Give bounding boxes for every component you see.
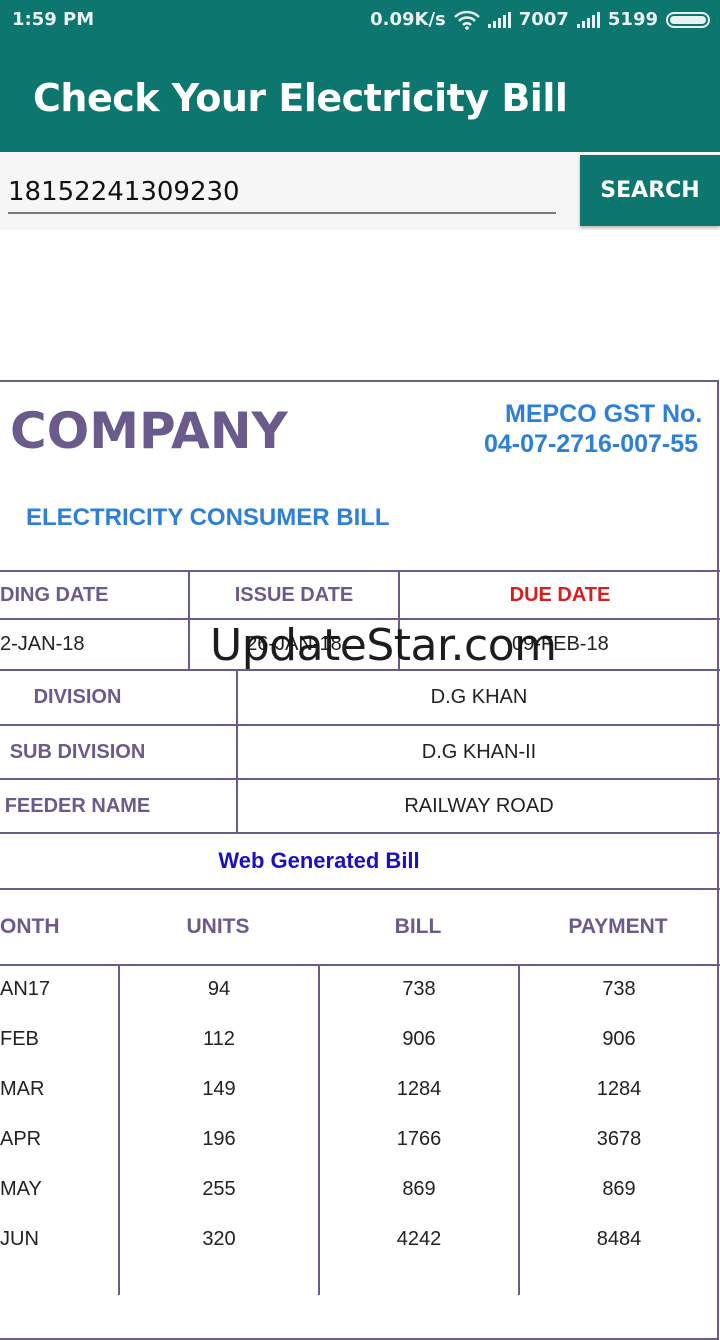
company-name: COMPANY xyxy=(10,402,288,460)
signal-icon xyxy=(487,11,511,28)
history-units: 255 xyxy=(202,1177,236,1200)
division-label: DIVISION xyxy=(33,686,122,708)
history-bill: 906 xyxy=(402,1027,436,1050)
history-header-payment: PAYMENT xyxy=(568,915,668,938)
history-units: 149 xyxy=(202,1077,236,1100)
sub-division-value: D.G KHAN-II xyxy=(421,740,537,763)
wifi-icon xyxy=(453,10,480,30)
feeder-name-value: RAILWAY ROAD xyxy=(404,794,554,817)
battery-icon xyxy=(666,11,710,28)
history-month: MAR xyxy=(0,1077,45,1100)
bill-view: COMPANY MEPCO GST No. 04-07-2716-007-55 … xyxy=(0,380,720,1340)
issue-date-label: ISSUE DATE xyxy=(234,583,354,606)
app-title: Check Your Electricity Bill xyxy=(33,76,568,120)
history-units: 112 xyxy=(203,1027,235,1050)
history-payment: 8484 xyxy=(596,1227,642,1250)
reading-date-label: DING DATE xyxy=(0,583,109,606)
status-icons: 0.09K/s 7007 5199 xyxy=(370,9,710,30)
issue-date-value: 26-JAN-18 xyxy=(246,633,342,655)
history-units: 94 xyxy=(207,977,231,1000)
history-month: AN17 xyxy=(0,977,51,1000)
history-header-units: UNITS xyxy=(186,915,250,938)
history-units: 196 xyxy=(202,1127,236,1150)
history-payment: 906 xyxy=(602,1027,636,1050)
history-month: FEB xyxy=(0,1027,39,1050)
history-header-month: ONTH xyxy=(0,915,60,938)
history-month: APR xyxy=(0,1127,42,1150)
status-bar: 1:59 PM 0.09K/s 7007 5199 xyxy=(0,0,720,40)
status-time: 1:59 PM xyxy=(12,9,95,30)
history-header-bill: BILL xyxy=(394,915,442,938)
consumer-bill-title: ELECTRICITY CONSUMER BILL xyxy=(26,504,390,531)
history-bill: 4242 xyxy=(396,1227,442,1250)
signal-icon xyxy=(576,11,600,28)
history-units: 320 xyxy=(202,1227,236,1250)
history-month: JUN xyxy=(0,1227,39,1250)
history-payment: 869 xyxy=(602,1177,636,1200)
sim2-signal: 5199 xyxy=(607,9,658,30)
division-value: D.G KHAN xyxy=(430,686,528,708)
history-payment: 3678 xyxy=(596,1127,642,1150)
history-bill: 1766 xyxy=(396,1127,442,1150)
reading-date-value: 2-JAN-18 xyxy=(0,633,85,655)
sim1-signal: 7007 xyxy=(518,9,569,30)
history-bill: 869 xyxy=(402,1177,436,1200)
history-month: MAY xyxy=(0,1177,42,1200)
feeder-name-label: FEEDER NAME xyxy=(4,794,151,817)
history-bill: 738 xyxy=(402,977,436,1000)
app-bar: Check Your Electricity Bill xyxy=(0,40,720,152)
due-date-value: 09-FEB-18 xyxy=(512,633,609,655)
gst-number: 04-07-2716-007-55 xyxy=(484,430,699,458)
history-payment: 1284 xyxy=(596,1077,642,1100)
history-bill: 1284 xyxy=(396,1077,442,1100)
network-speed: 0.09K/s xyxy=(370,9,446,30)
history-payment: 738 xyxy=(602,977,636,1000)
consumer-id-input[interactable] xyxy=(8,172,556,214)
due-date-label: DUE DATE xyxy=(509,583,611,606)
sub-division-label: SUB DIVISION xyxy=(9,740,146,763)
web-generated-label: Web Generated Bill xyxy=(218,848,420,873)
search-button[interactable]: SEARCH xyxy=(580,155,720,226)
gst-label: MEPCO GST No. xyxy=(505,400,703,428)
